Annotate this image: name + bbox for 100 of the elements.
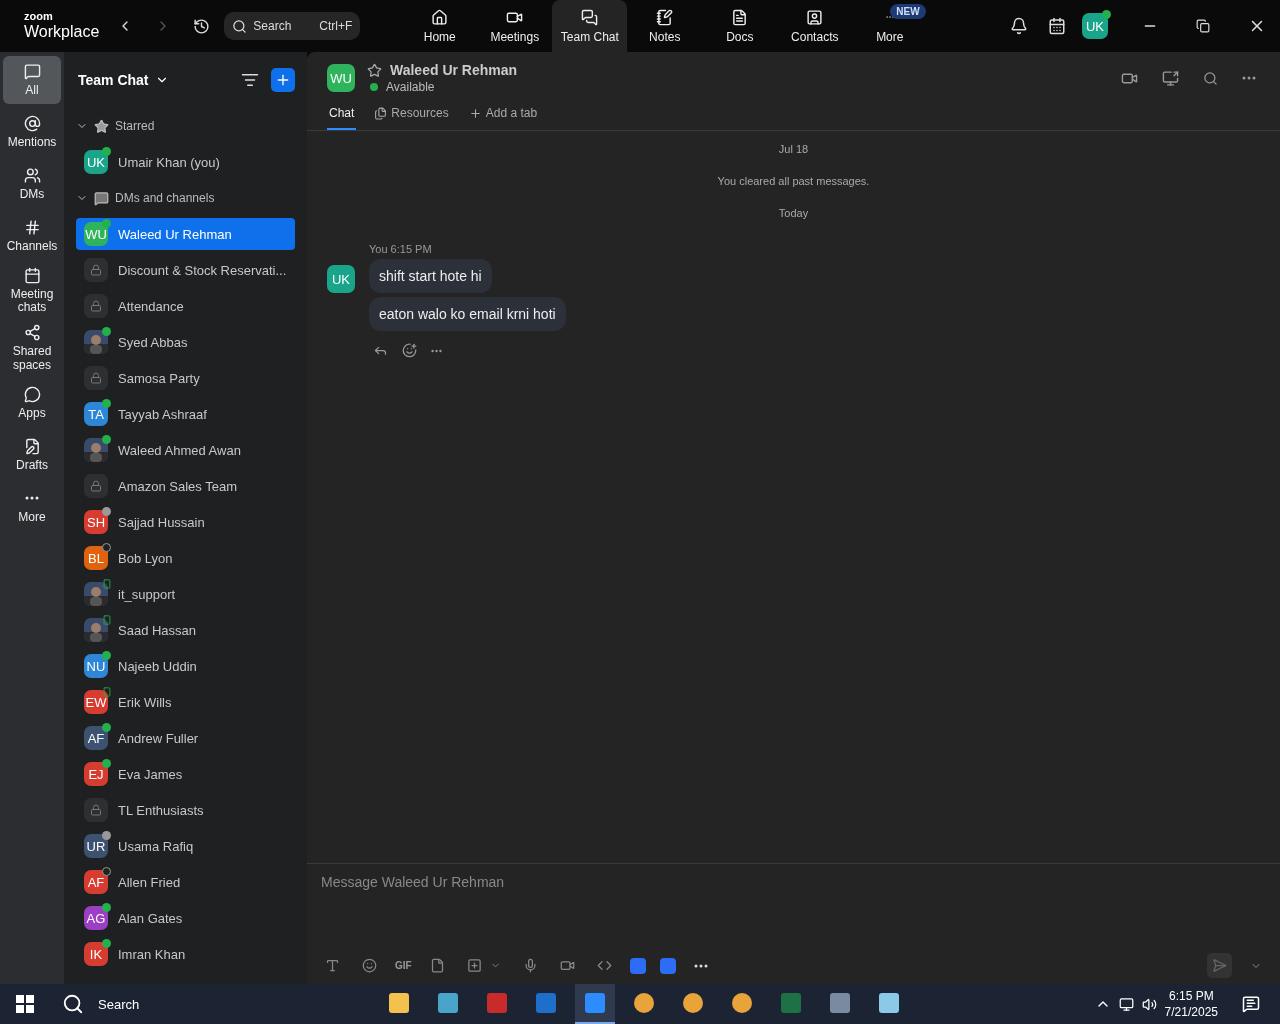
message-bubble: eaton walo ko email krni hoti [369, 297, 566, 331]
chat-list-item[interactable]: NU Najeeb Uddin [76, 650, 295, 682]
mic-icon[interactable] [522, 958, 538, 973]
more-icon[interactable] [431, 348, 442, 353]
chat-list-item[interactable]: Amazon Sales Team [76, 470, 295, 502]
rail-item[interactable]: All [3, 56, 61, 104]
chat-list-item[interactable]: AG Alan Gates [76, 902, 295, 934]
nav-tab[interactable]: Contacts [777, 0, 853, 52]
more-icon[interactable] [25, 496, 39, 501]
volume-icon[interactable] [1141, 996, 1157, 1012]
contact-name: Waleed Ur Rehman [390, 62, 518, 78]
chat-list-item[interactable]: IK Imran Khan [76, 938, 295, 970]
chat-list-item[interactable]: Samosa Party [76, 362, 295, 394]
people-icon [23, 166, 41, 184]
chat-list-item[interactable]: Saad Hassan [76, 614, 295, 646]
chat-list-item[interactable]: AF Andrew Fuller [76, 722, 295, 754]
chat-tab[interactable]: Chat [327, 100, 357, 130]
chat-list-item[interactable]: Discount & Stock Reservati... [76, 254, 295, 286]
speech-bubble-icon [23, 62, 41, 80]
rail-item[interactable]: Channels [3, 212, 61, 260]
rail-item[interactable]: Meeting chats [3, 264, 61, 318]
rail-item[interactable]: Mentions [3, 108, 61, 156]
rail-item[interactable]: Shared spaces [3, 321, 61, 375]
text-format-icon[interactable] [325, 958, 340, 973]
gif-button[interactable]: GIF [395, 960, 412, 971]
network-icon[interactable] [1118, 996, 1134, 1012]
rail-item[interactable]: More [3, 482, 61, 531]
send-button[interactable] [1207, 953, 1232, 978]
rail-item[interactable]: Apps [3, 378, 61, 427]
taskbar-search[interactable]: Search [98, 996, 140, 1012]
nav-tab[interactable]: Docs [702, 0, 778, 52]
calendar-icon [23, 267, 41, 284]
phone-icon [102, 615, 112, 625]
emoji-icon[interactable] [402, 343, 417, 358]
chat-list-item[interactable]: TA Tayyab Ashraaf [76, 398, 295, 430]
add-button[interactable] [271, 68, 295, 92]
section-header[interactable]: Starred [76, 108, 295, 144]
message-input[interactable]: Message Waleed Ur Rehman [321, 874, 1266, 890]
online-dot [102, 903, 111, 912]
nav-tab[interactable]: Home [402, 0, 478, 52]
more-icon[interactable] [693, 963, 708, 968]
online-dot [1102, 10, 1111, 19]
zoom-workplace-logo: zoom Workplace [24, 10, 100, 42]
chat-list-item[interactable]: UR Usama Rafiq [76, 830, 295, 862]
search-icon[interactable] [62, 993, 84, 1015]
share-screen-icon[interactable] [1162, 69, 1179, 87]
star-icon[interactable] [367, 62, 382, 78]
bell-icon[interactable] [1010, 17, 1028, 35]
lock-icon [90, 372, 102, 384]
section-header[interactable]: DMs and channels [76, 180, 295, 216]
rail-item[interactable]: Drafts [3, 430, 61, 479]
windows-icon[interactable] [16, 995, 34, 1013]
code-icon[interactable] [596, 958, 612, 973]
chat-list-item[interactable]: it_support [76, 578, 295, 610]
chat-list-item[interactable]: Attendance [76, 290, 295, 322]
chat-list-item[interactable]: UK Umair Khan (you) [76, 146, 295, 178]
chat-list-item[interactable]: SH Sajjad Hussain [76, 506, 295, 538]
chat-tab[interactable]: Resources [372, 100, 451, 130]
online-dot [370, 83, 378, 91]
notifications-icon[interactable] [1242, 995, 1260, 1013]
nav-tab[interactable]: Team Chat [552, 0, 628, 52]
video-icon[interactable] [559, 958, 575, 973]
team-chat-dropdown[interactable]: Team Chat [76, 72, 169, 88]
chat-list-item[interactable]: AF Allen Fried [76, 866, 295, 898]
chat-tab[interactable]: Add a tab [466, 100, 540, 130]
chat-list-item[interactable]: BL Bob Lyon [76, 542, 295, 574]
file-icon[interactable] [429, 958, 445, 973]
message-meta: You 6:15 PM [369, 243, 432, 255]
chat-list-item[interactable]: WU Waleed Ur Rehman [76, 218, 295, 250]
nav-tab[interactable]: NEW More [852, 0, 928, 52]
history-icon[interactable] [193, 17, 211, 35]
restore-icon[interactable] [1196, 19, 1210, 33]
avatar: BL [84, 546, 108, 570]
taskbar-clock[interactable]: 6:15 PM 7/21/2025 [1164, 989, 1218, 1019]
search-field[interactable]: Search Ctrl+F [224, 12, 361, 40]
speech-bubble-icon [94, 190, 109, 206]
filter-icon[interactable] [241, 71, 259, 89]
nav-tab[interactable]: Meetings [477, 0, 553, 52]
app-icon[interactable] [683, 993, 703, 1013]
avatar: IK [84, 942, 108, 966]
chat-list-item[interactable]: Syed Abbas [76, 326, 295, 358]
app-icon[interactable] [732, 993, 752, 1013]
online-dot [102, 759, 111, 768]
rail-item[interactable]: DMs [3, 160, 61, 208]
screenshot-icon[interactable] [466, 958, 482, 973]
more-icon[interactable] [1242, 76, 1256, 80]
chat-list-item[interactable]: EJ Eva James [76, 758, 295, 790]
emoji-icon[interactable] [362, 958, 377, 973]
app-icon[interactable] [659, 957, 676, 974]
nav-tab[interactable]: Notes [627, 0, 703, 52]
calendar-icon[interactable] [1048, 17, 1066, 35]
chat-list-item[interactable]: Waleed Ahmed Awan [76, 434, 295, 466]
shortcut-hint: Ctrl+F [319, 19, 353, 33]
chat-list-item[interactable]: TL Enthusiasts [76, 794, 295, 826]
app-icon[interactable] [634, 993, 654, 1013]
draft-icon [23, 437, 41, 455]
app-icon[interactable] [629, 957, 646, 974]
chat-list-item[interactable]: EW Erik Wills [76, 686, 295, 718]
avatar: AF [84, 726, 108, 750]
presence-status: Available [386, 80, 435, 94]
